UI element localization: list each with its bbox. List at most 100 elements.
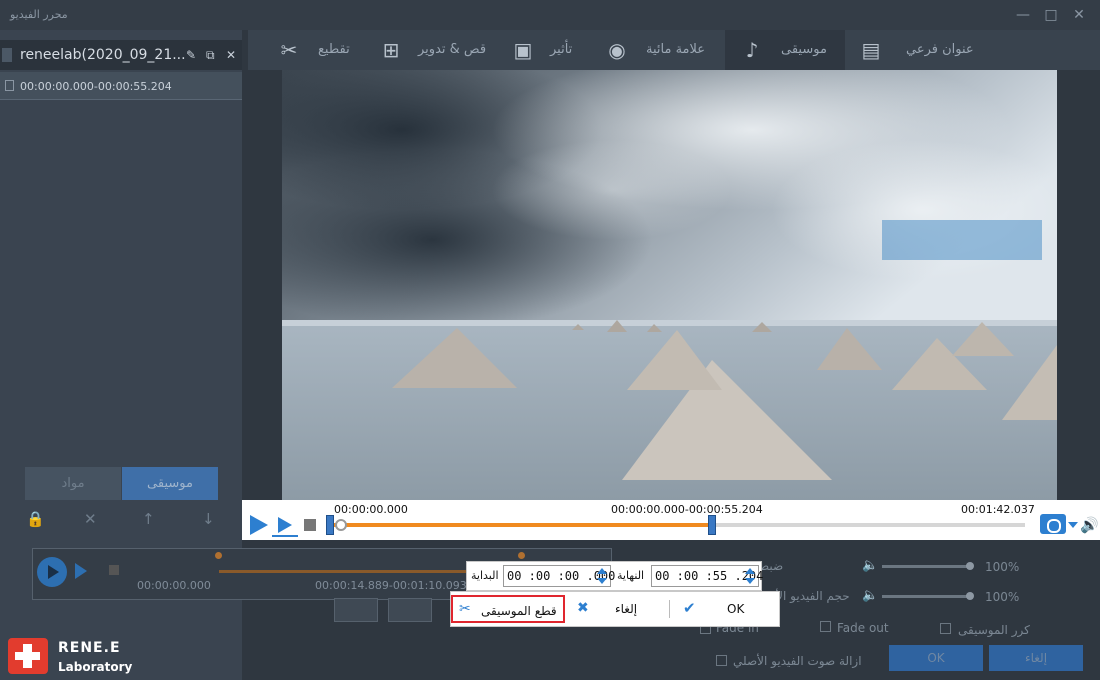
volume1-slider[interactable] — [882, 565, 970, 568]
edit-pencil-icon[interactable]: ✎ — [186, 48, 196, 62]
end-time-input[interactable]: 00 :00 :55 .204 — [651, 565, 763, 587]
salt-flats-image — [282, 70, 1057, 500]
minimize-icon[interactable]: — — [1014, 6, 1032, 24]
video-preview — [282, 70, 1057, 500]
clip-name: reneelab(2020_09_21... — [20, 47, 186, 63]
checkmark-icon: ✔ — [683, 599, 696, 617]
volume2-slider[interactable] — [882, 595, 970, 598]
move-down-icon[interactable]: ↓ — [202, 510, 215, 528]
clip-time-row[interactable]: 00:00:00.000-00:00:55.204 — [0, 72, 242, 100]
dialog-ok-button[interactable]: ✔ OK — [677, 595, 777, 623]
tab-subtitle-label: عنوان فرعي — [906, 42, 974, 57]
dialog-cancel-label: إلغاء — [615, 602, 638, 616]
editor-play-segment-icon[interactable] — [75, 563, 87, 579]
tab-subtitle[interactable]: ▤ عنوان فرعي — [850, 30, 1100, 70]
logo-text: RENE.E — [58, 640, 121, 656]
editor-mini-button[interactable] — [334, 598, 378, 622]
range-end-handle[interactable] — [708, 515, 716, 535]
stop-icon[interactable] — [304, 519, 316, 531]
ok-button[interactable]: OK — [889, 645, 983, 671]
close-icon[interactable]: ✕ — [1070, 6, 1088, 24]
tab-crop-label: قص & تدوير — [418, 42, 487, 57]
end-label: النهاية — [617, 569, 645, 582]
end-up-icon[interactable] — [745, 568, 755, 574]
cancel-x-icon: ✖ — [577, 600, 589, 616]
playhead-knob[interactable] — [335, 519, 347, 531]
volume1-knob[interactable] — [966, 562, 974, 570]
timeline-range: 00:00:00.000-00:00:55.204 — [611, 503, 763, 516]
clip-handle-icon — [2, 48, 12, 62]
cut-music-button[interactable]: ✂ قطع الموسيقى — [451, 595, 565, 623]
dialog-separator — [669, 600, 670, 618]
dialog-cancel-button[interactable]: ✖ إلغاء — [573, 595, 669, 623]
window-title: محرر الفيديو — [10, 8, 68, 21]
maximize-icon[interactable]: □ — [1042, 6, 1060, 24]
remove-clip-icon[interactable]: ✕ — [226, 48, 236, 62]
fade-out-label: Fade out — [837, 621, 889, 635]
trim-action-dialog: ✂ قطع الموسيقى ✖ إلغاء ✔ OK — [450, 591, 780, 627]
dialog-ok-label: OK — [727, 602, 745, 616]
tab-effect-label: تأثير — [550, 42, 573, 57]
cut-icon: ✂ — [280, 38, 298, 62]
snapshot-dropdown-icon[interactable] — [1068, 522, 1078, 528]
tab-music[interactable]: موسيقى — [122, 467, 218, 500]
fade-out-checkbox[interactable] — [820, 621, 831, 632]
start-time-input[interactable]: 00 :00 :00 .000 — [503, 565, 615, 587]
watermark-reel-icon: ◉ — [608, 38, 626, 62]
timeline-end: 00:01:42.037 — [961, 503, 1035, 516]
subtitle-icon: ▤ — [861, 38, 881, 62]
play-icon[interactable] — [250, 515, 268, 535]
play-selection-underline — [272, 535, 298, 537]
scissors-icon: ✂ — [459, 601, 471, 617]
editor-start-time: 00:00:00.000 — [137, 579, 211, 592]
editor-marker-end[interactable] — [518, 552, 525, 559]
volume1-icon: 🔈 — [862, 558, 879, 573]
remove-audio-checkbox[interactable] — [716, 655, 727, 666]
playback-timeline: 00:00:00.000 00:00:00.000-00:00:55.204 0… — [242, 500, 1100, 540]
editor-range-time: 00:00:14.889-00:01:10.093 — [315, 579, 467, 592]
crop-icon: ⊞ — [382, 38, 400, 62]
remove-audio-label: ازالة صوت الفيديو الأصلي — [733, 654, 862, 668]
volume2-icon: 🔈 — [862, 588, 879, 603]
tab-crop-rotate[interactable]: ⊞ قص & تدوير — [378, 30, 504, 70]
volume-speaker-icon[interactable]: 🔊 — [1080, 516, 1099, 534]
editor-play-icon[interactable] — [37, 557, 67, 587]
logo-subtext: Laboratory — [58, 660, 133, 674]
rene-logo-icon — [8, 638, 48, 674]
timeline-selection — [330, 523, 712, 527]
cancel-button[interactable]: إلغاء — [989, 645, 1083, 671]
editor-mini-button[interactable] — [388, 598, 432, 622]
editor-stop-icon[interactable] — [109, 565, 119, 575]
loop-music-label: كرر الموسيقى — [958, 623, 1030, 637]
tab-cut[interactable]: ✂ تقطيع — [272, 30, 372, 70]
play-selection-icon[interactable] — [278, 517, 292, 533]
volume2-knob[interactable] — [966, 592, 974, 600]
effect-film-icon: ▣ — [513, 38, 533, 62]
tab-cut-label: تقطيع — [318, 42, 350, 57]
delete-x-icon[interactable]: ✕ — [84, 510, 97, 528]
lock-icon[interactable]: 🔒 — [26, 510, 45, 528]
start-label: البداية — [471, 569, 499, 582]
start-down-icon[interactable] — [597, 578, 607, 584]
end-down-icon[interactable] — [745, 578, 755, 584]
title-bar: محرر الفيديو — □ ✕ — [0, 0, 1100, 30]
loop-music-checkbox[interactable] — [940, 623, 951, 634]
copy-icon[interactable]: ⧉ — [206, 48, 215, 63]
tab-music-top[interactable]: ♪ موسيقى — [725, 30, 845, 70]
clip-header[interactable]: reneelab(2020_09_21... ✎ ⧉ ✕ — [0, 40, 242, 70]
volume1-value: 100% — [985, 560, 1020, 574]
tab-material[interactable]: مواد — [25, 467, 121, 500]
tab-effect[interactable]: ▣ تأثير — [510, 30, 600, 70]
editor-marker-start[interactable] — [215, 552, 222, 559]
trim-time-dialog: البداية 00 :00 :00 .000 النهاية 00 :00 :… — [466, 561, 763, 591]
move-up-icon[interactable]: ↑ — [142, 510, 155, 528]
tab-music-label: موسيقى — [781, 42, 827, 57]
range-start-handle[interactable] — [326, 515, 334, 535]
tab-watermark[interactable]: ◉ علامة مائية — [600, 30, 720, 70]
snapshot-camera-icon[interactable] — [1040, 514, 1066, 534]
cut-music-label: قطع الموسيقى — [481, 604, 557, 618]
timeline-start: 00:00:00.000 — [334, 503, 408, 516]
start-up-icon[interactable] — [597, 568, 607, 574]
music-note-icon: ♪ — [745, 38, 759, 62]
tab-watermark-label: علامة مائية — [646, 42, 706, 57]
